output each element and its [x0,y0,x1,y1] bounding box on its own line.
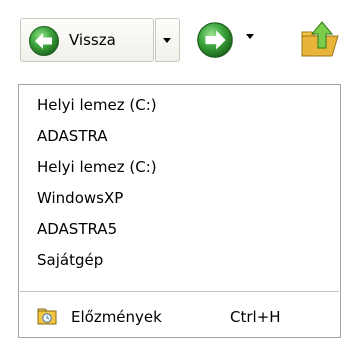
navigation-toolbar: Vissza [0,0,355,86]
menu-item[interactable]: WindowsXP [19,184,340,212]
back-history-dropdown-button[interactable] [155,18,180,62]
menu-item[interactable]: Sajátgép [19,246,340,274]
chevron-down-icon [246,34,254,39]
back-history-menu: Helyi lemez (C:) ADASTRA Helyi lemez (C:… [18,84,341,338]
history-label: Előzmények [71,308,162,326]
chevron-down-icon [163,38,171,43]
menu-item[interactable]: Helyi lemez (C:) [19,91,340,119]
forward-button[interactable] [196,21,234,59]
menu-item-label: WindowsXP [37,189,124,207]
menu-item[interactable]: ADASTRA [19,122,340,150]
history-icon [37,308,57,325]
forward-history-dropdown-button[interactable] [242,28,262,48]
back-arrow-icon [29,26,59,56]
menu-item[interactable]: Helyi lemez (C:) [19,153,340,181]
folder-up-button[interactable] [298,18,342,62]
history-shortcut: Ctrl+H [230,308,281,326]
menu-item[interactable]: ADASTRA5 [19,215,340,243]
back-label: Vissza [69,31,116,49]
menu-item-label: Helyi lemez (C:) [37,96,157,114]
menu-item-label: Sajátgép [37,251,104,269]
back-button[interactable]: Vissza [20,18,154,62]
menu-item-label: ADASTRA5 [37,220,118,238]
menu-item-label: ADASTRA [37,127,108,145]
menu-item-label: Helyi lemez (C:) [37,158,157,176]
menu-separator [20,291,339,292]
history-menu-item[interactable]: Előzmények Ctrl+H [19,301,340,333]
